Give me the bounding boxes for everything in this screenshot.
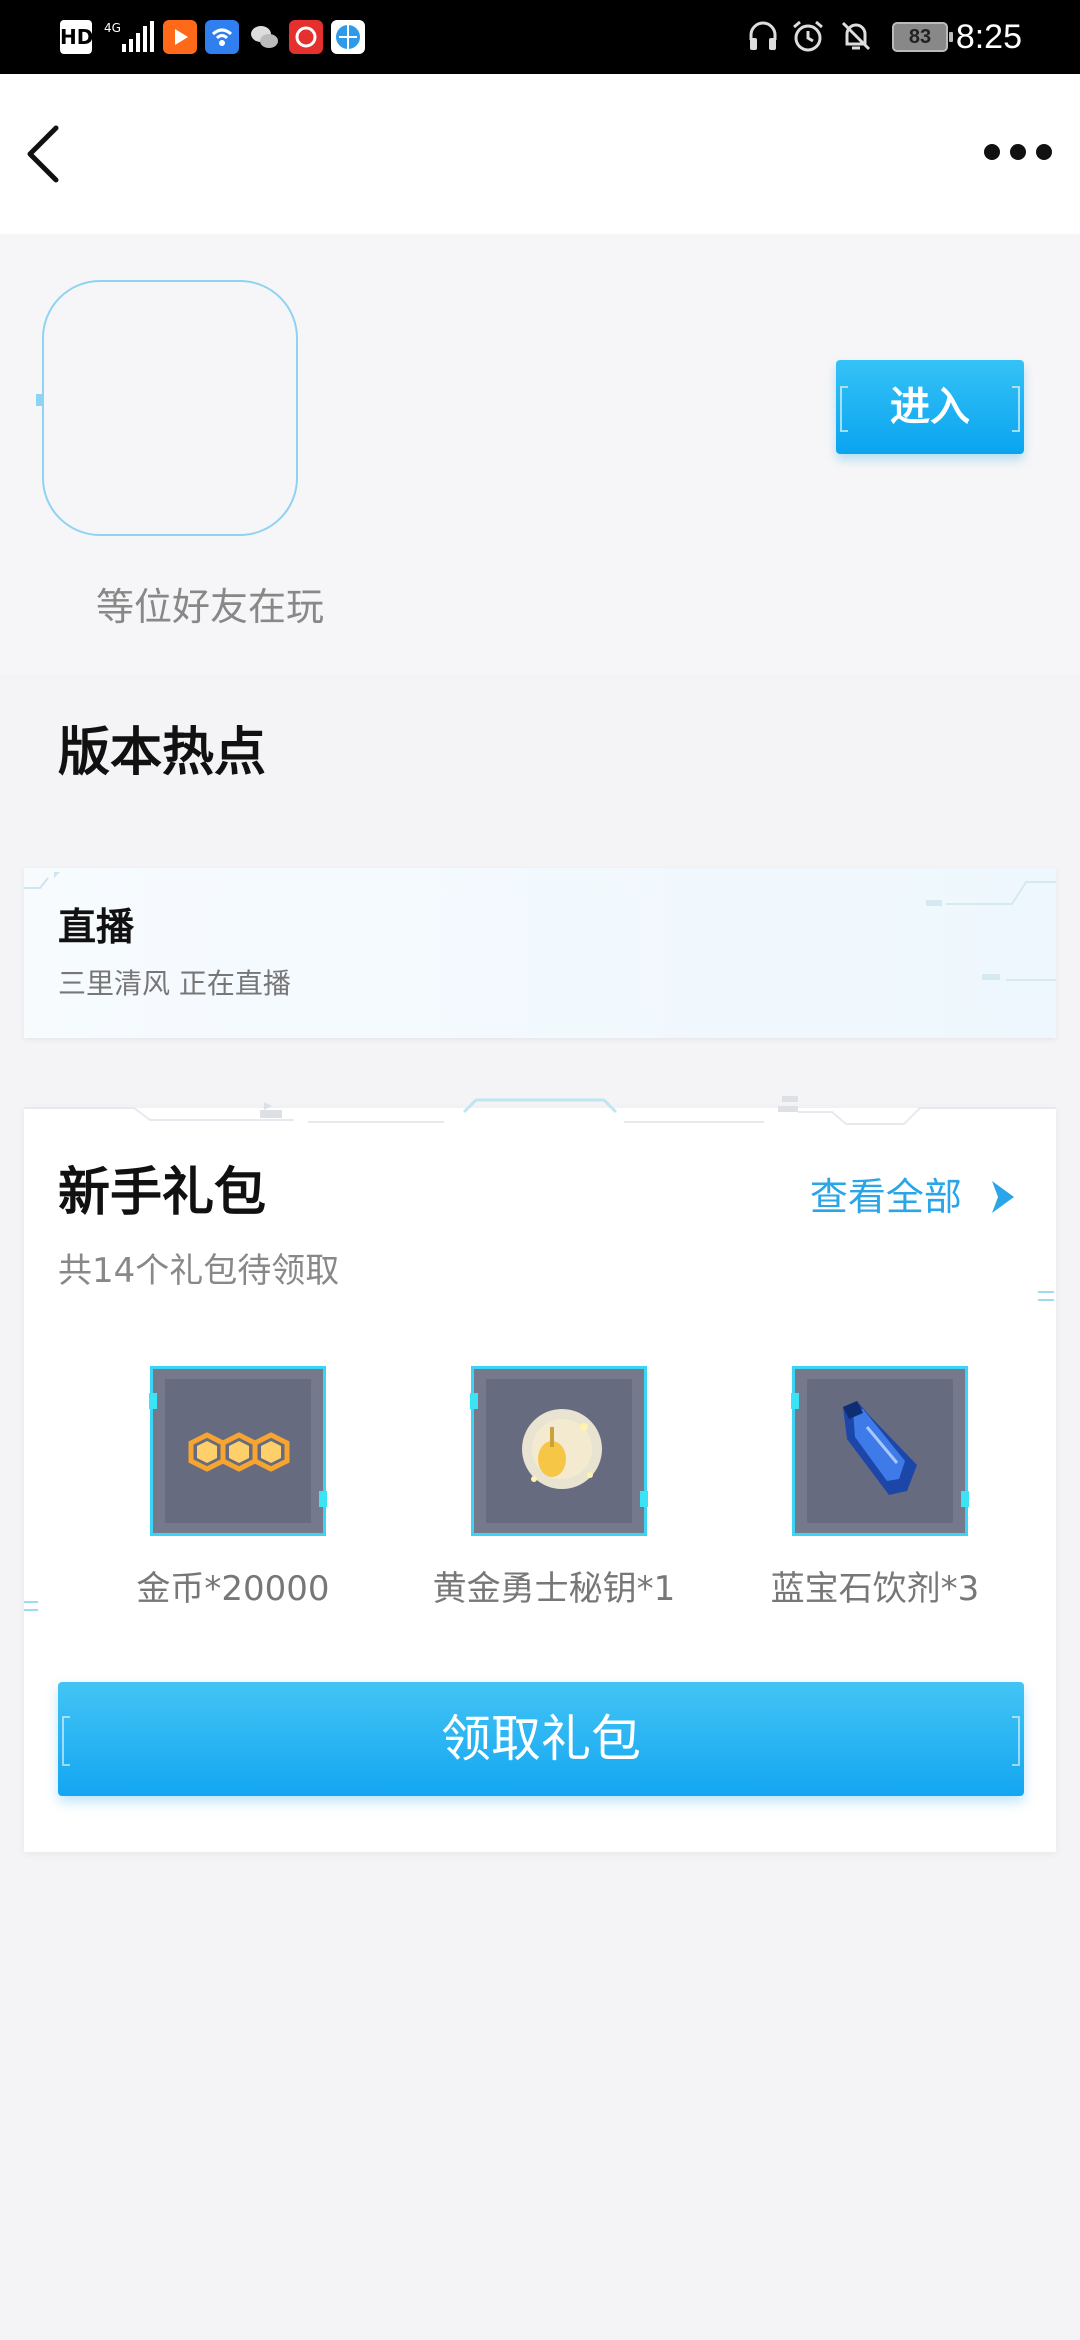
game-logo-placeholder xyxy=(42,280,298,536)
game-header: 等位好友在玩 进入 xyxy=(0,234,1080,674)
gold-coins-icon xyxy=(149,1366,327,1536)
battery-icon: 83 xyxy=(892,22,953,52)
view-all-link[interactable]: 查看全部 xyxy=(810,1166,1016,1222)
view-all-label: 查看全部 xyxy=(809,1174,962,1219)
sapphire-potion-icon xyxy=(791,1366,969,1536)
card-deco-left xyxy=(24,872,60,889)
claim-gift-button[interactable]: 领取礼包 xyxy=(58,1682,1024,1796)
alarm-icon xyxy=(793,20,823,52)
browser-icon xyxy=(331,20,365,54)
gift-count-text: 共14个礼包待领取 xyxy=(58,1251,340,1291)
wifi-app-icon xyxy=(205,20,239,54)
golden-key-icon xyxy=(470,1366,648,1536)
side-deco-left xyxy=(24,1601,38,1611)
enter-game-button[interactable]: 进入 xyxy=(836,360,1024,454)
mute-icon xyxy=(841,21,871,51)
hd-icon: HD xyxy=(60,20,93,54)
gift-item-label: 蓝宝石饮剂*3 xyxy=(770,1569,980,1609)
netease-music-icon xyxy=(289,20,323,54)
wechat-icon xyxy=(247,20,281,54)
gift-item-sapphire-potion[interactable]: 蓝宝石饮剂*3 xyxy=(710,1366,1010,1626)
card-deco-right xyxy=(926,881,1056,981)
version-hot-title: 版本热点 xyxy=(58,723,267,783)
chevron-right-icon xyxy=(992,1180,1014,1213)
live-subtitle: 三里清风 正在直播 xyxy=(58,967,291,1000)
gift-item-label: 黄金勇士秘钥*1 xyxy=(432,1569,676,1609)
gift-item-golden-key[interactable]: 黄金勇士秘钥*1 xyxy=(389,1366,689,1626)
signal-icon: 4G xyxy=(104,21,154,52)
back-button[interactable] xyxy=(18,114,78,194)
headphones-icon xyxy=(749,21,777,50)
svg-text:4G: 4G xyxy=(104,21,121,35)
gift-item-label: 金币*20000 xyxy=(136,1569,330,1609)
more-button[interactable] xyxy=(980,132,1056,172)
newbie-gift-title: 新手礼包 xyxy=(58,1163,267,1223)
live-title: 直播 xyxy=(58,905,135,949)
gift-card-top-deco xyxy=(24,1096,1056,1125)
chevron-left-icon xyxy=(27,125,59,183)
logo-frame-mark xyxy=(36,394,42,406)
more-dots-icon xyxy=(984,144,1052,160)
status-bar: HD 4G 83 8:25 xyxy=(0,0,1080,74)
friends-playing-text: 等位好友在玩 xyxy=(96,585,325,629)
live-stream-card[interactable]: 直播 三里清风 正在直播 xyxy=(24,868,1056,1038)
gift-item-gold-coins[interactable]: 金币*20000 xyxy=(68,1366,368,1626)
top-nav-bar xyxy=(0,74,1080,234)
side-deco-right xyxy=(1038,1291,1054,1301)
clock-time: 8:25 xyxy=(955,18,1022,56)
newbie-gift-card: 新手礼包 查看全部 共14个礼包待领取 金币*20000 黄金勇士秘钥*1 蓝宝… xyxy=(24,1096,1056,1852)
video-app-icon xyxy=(163,20,197,54)
